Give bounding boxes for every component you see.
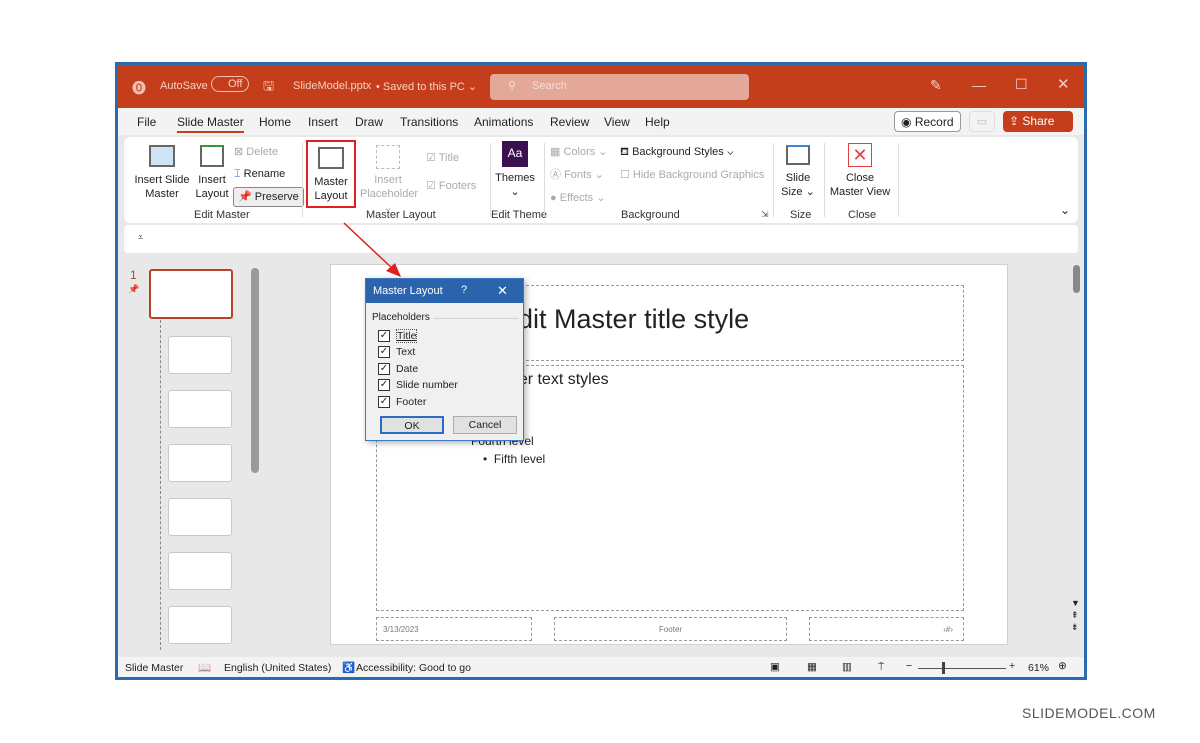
ok-button[interactable]: OK <box>380 416 444 434</box>
zoom-slider[interactable] <box>918 668 1006 669</box>
zoom-in-button[interactable]: + <box>1009 660 1015 672</box>
label: Title <box>396 329 417 343</box>
status-bar: Slide Master 📖 English (United States) ♿… <box>118 657 1084 680</box>
dialog-title: Master Layout <box>373 285 443 297</box>
checkbox-checked: ✓ <box>378 379 390 391</box>
label: Date <box>396 363 418 375</box>
date-checkbox[interactable]: ✓ Date <box>378 363 418 375</box>
divider <box>434 318 518 319</box>
reading-view-icon[interactable]: ▥ <box>842 661 852 673</box>
label: Text <box>396 346 415 358</box>
label: Footer <box>396 396 426 408</box>
checkbox-checked: ✓ <box>378 363 390 375</box>
powerpoint-window: ⓿ AutoSave Off 🖫 SlideModel.pptx • Saved… <box>115 62 1087 680</box>
footer-checkbox[interactable]: ✓ Footer <box>378 396 426 408</box>
cancel-button[interactable]: Cancel <box>453 416 517 434</box>
checkbox-checked: ✓ <box>378 396 390 408</box>
dialog-titlebar: Master Layout ? ✕ <box>366 279 523 303</box>
accessibility-icon[interactable]: ♿ <box>342 661 355 674</box>
slideshow-icon[interactable]: ⍑ <box>878 661 884 674</box>
zoom-level[interactable]: 61% <box>1028 662 1049 674</box>
slide-number-checkbox[interactable]: ✓ Slide number <box>378 379 458 391</box>
watermark: SLIDEMODEL.COM <box>1022 705 1156 721</box>
view-label: Slide Master <box>125 662 183 674</box>
annotation-arrow <box>118 65 1084 680</box>
checkbox-checked: ✓ <box>378 346 390 358</box>
zoom-slider-thumb[interactable] <box>942 662 945 674</box>
slide-sorter-icon[interactable]: ▦ <box>807 661 817 673</box>
language-label[interactable]: English (United States) <box>224 662 331 674</box>
spelling-icon[interactable]: 📖 <box>198 661 211 674</box>
label: Slide number <box>396 379 458 391</box>
text-checkbox[interactable]: ✓ Text <box>378 346 415 358</box>
fit-to-window-icon[interactable]: ⊕ <box>1058 660 1067 672</box>
zoom-out-button[interactable]: − <box>906 660 912 672</box>
dialog-close-icon[interactable]: ✕ <box>497 283 508 299</box>
title-checkbox[interactable]: ✓ Title <box>378 329 417 343</box>
master-layout-dialog: Master Layout ? ✕ Placeholders ✓ Title ✓ T… <box>365 278 524 441</box>
accessibility-label[interactable]: Accessibility: Good to go <box>356 662 471 674</box>
normal-view-icon[interactable]: ▣ <box>770 661 780 673</box>
help-button[interactable]: ? <box>461 284 467 296</box>
checkbox-checked: ✓ <box>378 330 390 342</box>
placeholders-group-label: Placeholders <box>372 312 430 323</box>
